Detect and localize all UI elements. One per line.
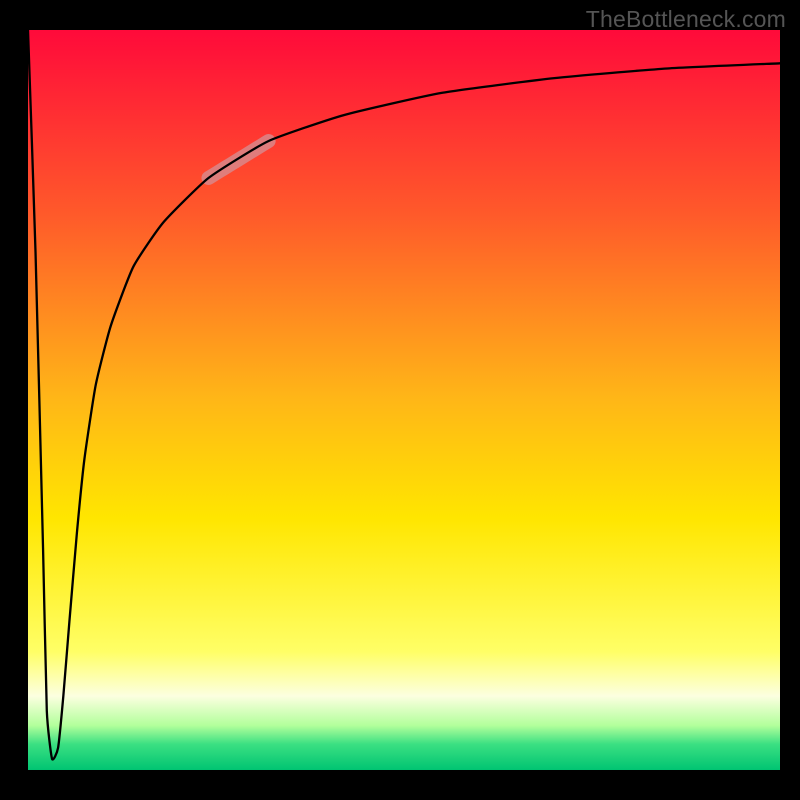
watermark-label: TheBottleneck.com xyxy=(586,6,786,33)
bottleneck-chart xyxy=(0,0,800,800)
chart-background-gradient xyxy=(28,30,780,770)
